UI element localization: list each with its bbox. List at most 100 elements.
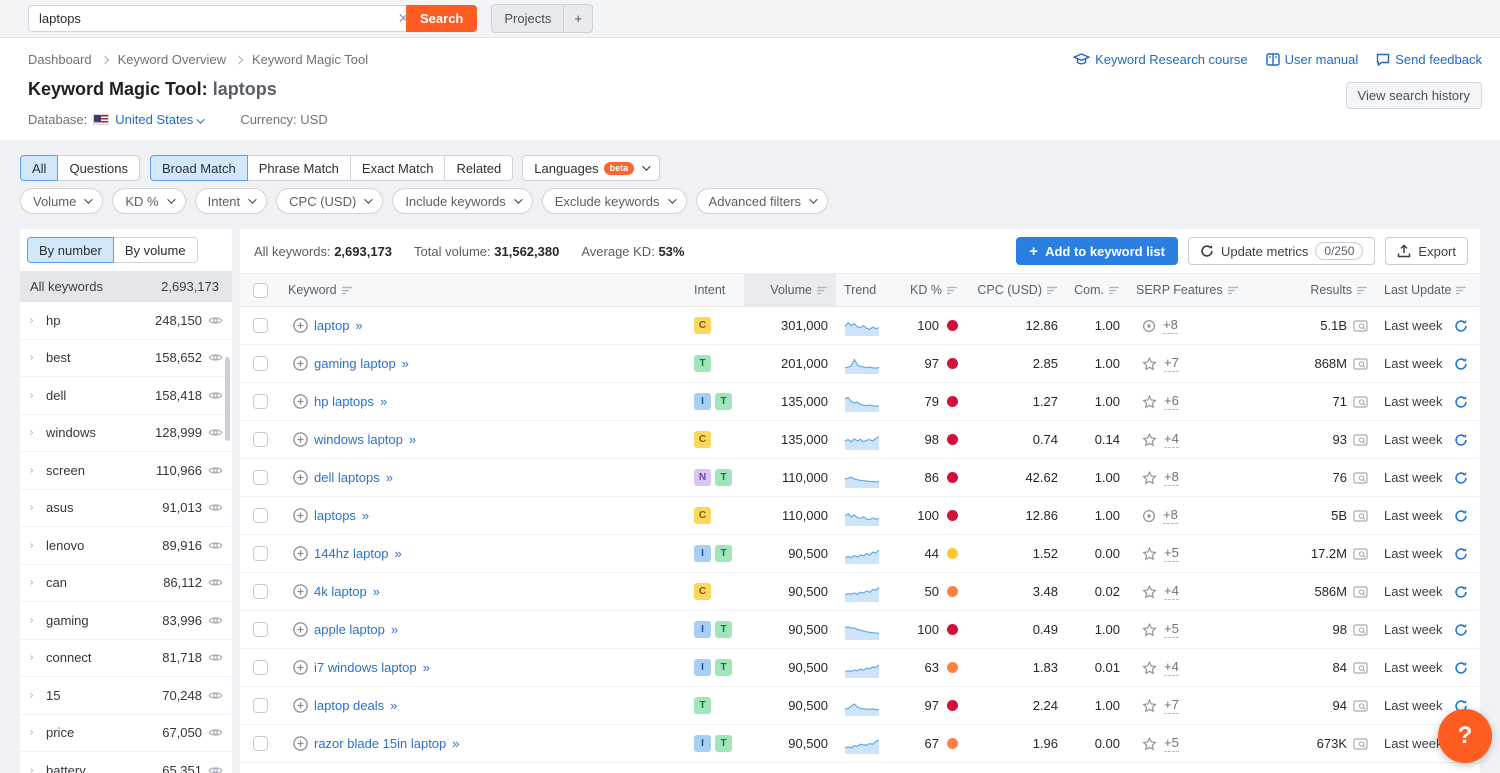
row-checkbox[interactable] bbox=[253, 622, 268, 637]
add-keyword-icon[interactable] bbox=[293, 584, 308, 599]
sidebar-scrollbar[interactable] bbox=[225, 357, 230, 441]
add-keyword-icon[interactable] bbox=[293, 394, 308, 409]
keyword-group-row[interactable]: › windows 128,999 bbox=[20, 415, 232, 453]
serp-more-link[interactable]: +8 bbox=[1163, 317, 1178, 334]
keyword-group-row[interactable]: › battery 65,351 bbox=[20, 752, 232, 773]
serp-preview-icon[interactable] bbox=[1353, 700, 1368, 712]
add-keyword-icon[interactable] bbox=[293, 318, 308, 333]
expand-chevron-icon[interactable]: › bbox=[30, 390, 46, 401]
add-keyword-icon[interactable] bbox=[293, 508, 308, 523]
keyword-link[interactable]: gaming laptop bbox=[314, 356, 396, 371]
expand-chevron-icon[interactable]: › bbox=[30, 577, 46, 588]
new-project-button[interactable]: + bbox=[563, 5, 592, 32]
eye-icon[interactable] bbox=[208, 502, 223, 513]
open-keyword-icon[interactable]: » bbox=[423, 660, 429, 675]
open-keyword-icon[interactable]: » bbox=[380, 394, 386, 409]
column-header-last-update[interactable]: Last Update bbox=[1376, 274, 1480, 306]
open-keyword-icon[interactable]: » bbox=[394, 546, 400, 561]
eye-icon[interactable] bbox=[208, 352, 223, 363]
keyword-link[interactable]: i7 windows laptop bbox=[314, 660, 417, 675]
refresh-icon[interactable] bbox=[1454, 471, 1468, 485]
filter-advanced-filters[interactable]: Advanced filters bbox=[696, 188, 829, 214]
row-checkbox[interactable] bbox=[253, 508, 268, 523]
export-button[interactable]: Export bbox=[1385, 237, 1468, 265]
tab-broad-match[interactable]: Broad Match bbox=[150, 155, 248, 181]
keyword-group-row[interactable]: › gaming 83,996 bbox=[20, 602, 232, 640]
serp-preview-icon[interactable] bbox=[1353, 662, 1368, 674]
column-header-com-[interactable]: Com. bbox=[1066, 274, 1128, 306]
sidebar-all-keywords-row[interactable]: All keywords 2,693,173 bbox=[20, 271, 232, 302]
row-checkbox[interactable] bbox=[253, 318, 268, 333]
open-keyword-icon[interactable]: » bbox=[386, 470, 392, 485]
expand-chevron-icon[interactable]: › bbox=[30, 465, 46, 476]
expand-chevron-icon[interactable]: › bbox=[30, 652, 46, 663]
header-link[interactable]: Keyword Research course bbox=[1073, 52, 1247, 67]
row-checkbox[interactable] bbox=[253, 432, 268, 447]
eye-icon[interactable] bbox=[208, 690, 223, 701]
add-keyword-icon[interactable] bbox=[293, 546, 308, 561]
row-checkbox[interactable] bbox=[253, 698, 268, 713]
view-search-history-button[interactable]: View search history bbox=[1346, 82, 1482, 109]
open-keyword-icon[interactable]: » bbox=[452, 736, 458, 751]
eye-icon[interactable] bbox=[208, 615, 223, 626]
expand-chevron-icon[interactable]: › bbox=[30, 540, 46, 551]
keyword-link[interactable]: 4k laptop bbox=[314, 584, 367, 599]
open-keyword-icon[interactable]: » bbox=[373, 584, 379, 599]
serp-preview-icon[interactable] bbox=[1353, 358, 1368, 370]
keyword-link[interactable]: hp laptops bbox=[314, 394, 374, 409]
row-checkbox[interactable] bbox=[253, 736, 268, 751]
expand-chevron-icon[interactable]: › bbox=[30, 502, 46, 513]
serp-more-link[interactable]: +4 bbox=[1164, 659, 1179, 676]
eye-icon[interactable] bbox=[208, 727, 223, 738]
keyword-group-row[interactable]: › hp 248,150 bbox=[20, 302, 232, 340]
expand-chevron-icon[interactable]: › bbox=[30, 765, 46, 773]
sidebar-toggle-by-number[interactable]: By number bbox=[27, 237, 114, 263]
keyword-link[interactable]: apple laptop bbox=[314, 622, 385, 637]
add-keyword-icon[interactable] bbox=[293, 470, 308, 485]
search-button[interactable]: Search bbox=[406, 5, 477, 32]
keyword-link[interactable]: laptop bbox=[314, 318, 349, 333]
add-keyword-icon[interactable] bbox=[293, 660, 308, 675]
column-header-keyword[interactable]: Keyword bbox=[280, 274, 686, 306]
eye-icon[interactable] bbox=[208, 465, 223, 476]
serp-preview-icon[interactable] bbox=[1353, 624, 1368, 636]
serp-preview-icon[interactable] bbox=[1353, 472, 1368, 484]
breadcrumb-item[interactable]: Keyword Overview bbox=[118, 52, 226, 67]
row-checkbox[interactable] bbox=[253, 470, 268, 485]
filter-exclude-keywords[interactable]: Exclude keywords bbox=[542, 188, 687, 214]
database-select[interactable]: United States bbox=[115, 112, 202, 127]
add-keyword-icon[interactable] bbox=[293, 698, 308, 713]
open-keyword-icon[interactable]: » bbox=[409, 432, 415, 447]
serp-preview-icon[interactable] bbox=[1353, 396, 1368, 408]
eye-icon[interactable] bbox=[208, 315, 223, 326]
serp-more-link[interactable]: +4 bbox=[1164, 431, 1179, 448]
serp-more-link[interactable]: +7 bbox=[1164, 697, 1179, 714]
serp-preview-icon[interactable] bbox=[1353, 510, 1368, 522]
eye-icon[interactable] bbox=[208, 427, 223, 438]
add-keyword-icon[interactable] bbox=[293, 736, 308, 751]
filter-intent[interactable]: Intent bbox=[195, 188, 268, 214]
projects-button[interactable]: Projects bbox=[492, 5, 563, 32]
keyword-group-row[interactable]: › connect 81,718 bbox=[20, 640, 232, 678]
eye-icon[interactable] bbox=[208, 540, 223, 551]
filter-kd-[interactable]: KD % bbox=[112, 188, 185, 214]
open-keyword-icon[interactable]: » bbox=[355, 318, 361, 333]
refresh-icon[interactable] bbox=[1454, 585, 1468, 599]
keyword-link[interactable]: laptops bbox=[314, 508, 356, 523]
keyword-group-row[interactable]: › dell 158,418 bbox=[20, 377, 232, 415]
row-checkbox[interactable] bbox=[253, 394, 268, 409]
expand-chevron-icon[interactable]: › bbox=[30, 615, 46, 626]
column-header-kd-[interactable]: KD % bbox=[896, 274, 966, 306]
expand-chevron-icon[interactable]: › bbox=[30, 427, 46, 438]
serp-more-link[interactable]: +8 bbox=[1163, 507, 1178, 524]
keyword-group-row[interactable]: › best 158,652 bbox=[20, 340, 232, 378]
add-to-keyword-list-button[interactable]: +Add to keyword list bbox=[1016, 237, 1178, 265]
expand-chevron-icon[interactable]: › bbox=[30, 727, 46, 738]
keyword-group-row[interactable]: › price 67,050 bbox=[20, 715, 232, 753]
refresh-icon[interactable] bbox=[1454, 357, 1468, 371]
serp-more-link[interactable]: +6 bbox=[1164, 393, 1179, 410]
serp-preview-icon[interactable] bbox=[1353, 434, 1368, 446]
add-keyword-icon[interactable] bbox=[293, 622, 308, 637]
open-keyword-icon[interactable]: » bbox=[362, 508, 368, 523]
tab-phrase-match[interactable]: Phrase Match bbox=[247, 155, 351, 181]
